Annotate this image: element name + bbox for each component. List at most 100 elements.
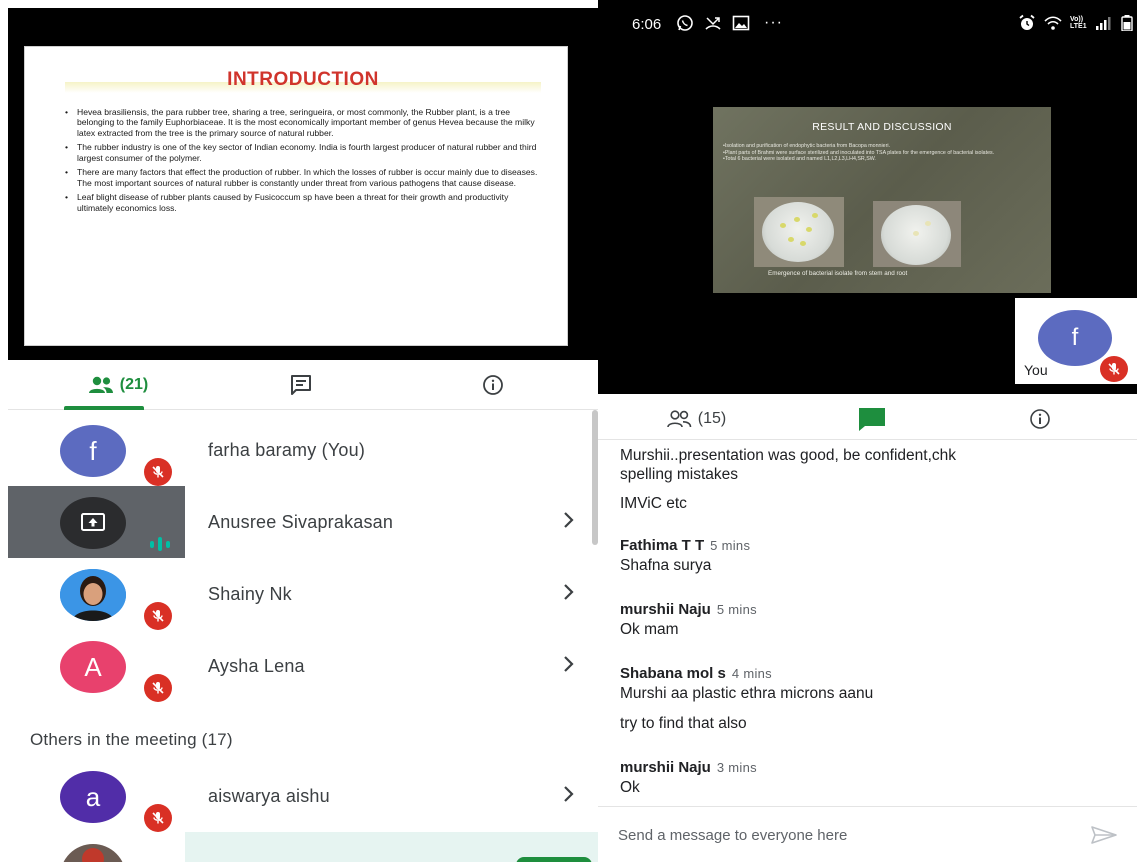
- people-icon: [88, 376, 113, 393]
- avatar-cell: A: [8, 630, 185, 702]
- presentation-slide: RESULT AND DISCUSSION •Isolation and pur…: [713, 107, 1051, 293]
- info-icon: [1030, 409, 1050, 429]
- participant-row[interactable]: Shainy Nk: [8, 558, 598, 630]
- petri-dish-photo: [754, 197, 844, 267]
- slide-title: RESULT AND DISCUSSION: [812, 121, 952, 133]
- chat-icon: [291, 375, 311, 395]
- message-text: Ok mam: [620, 620, 679, 638]
- participant-name: farha baramy (You): [208, 440, 366, 460]
- message-text: Murshi aa plastic ethra microns aanu: [620, 684, 874, 702]
- mic-off-icon: [144, 674, 172, 702]
- participant-row[interactable]: f farha baramy (You): [8, 414, 598, 486]
- self-video-tile[interactable]: f You: [1015, 298, 1137, 384]
- more-dots-icon: ···: [764, 14, 783, 31]
- tab-chat[interactable]: [270, 360, 332, 410]
- chat-message: try to find that also: [620, 714, 1120, 733]
- status-icons-left: ···: [676, 14, 783, 32]
- avatar: A: [60, 641, 126, 693]
- message-text: Ok: [620, 778, 640, 796]
- chat-message: Fathima T T 5 mins Shafna surya: [620, 536, 1120, 575]
- volte-icon: Vo)) LTE1: [1070, 16, 1087, 30]
- participant-row[interactable]: a aiswarya aishu: [8, 760, 598, 832]
- chat-message-list: Murshii..presentation was good, be confi…: [598, 440, 1137, 806]
- tab-info[interactable]: [1010, 394, 1070, 444]
- slide-bullet: •Plant parts of Brahmi were surface ster…: [723, 149, 995, 156]
- participant-row[interactable]: [8, 832, 598, 862]
- chat-icon: [859, 408, 885, 431]
- participant-name: Anusree Sivaprakasan: [208, 512, 394, 532]
- send-icon: [1091, 826, 1117, 844]
- slide-bullet: Hevea brasiliensis, the para rubber tree…: [65, 107, 541, 138]
- message-text: spelling mistakes: [620, 466, 739, 484]
- message-sender: Fathima T T: [620, 537, 705, 554]
- others-section-header: Others in the meeting (17): [30, 730, 233, 749]
- avatar-cell: f: [8, 414, 185, 486]
- participant-name: aiswarya aishu: [208, 786, 330, 806]
- presentation-slide: INTRODUCTION Hevea brasiliensis, the par…: [24, 46, 568, 346]
- slide-bullet: The rubber industry is one of the key se…: [65, 142, 541, 163]
- message-text: IMViC etc: [620, 495, 687, 512]
- chevron-right-icon: [564, 512, 574, 528]
- participant-list: f farha baramy (You) Anusree Sivaprakasa…: [8, 410, 598, 862]
- avatar-cell: [8, 558, 185, 630]
- message-text: try to find that also: [620, 715, 747, 732]
- mic-off-icon: [144, 458, 172, 486]
- chat-message: IMViC etc: [620, 494, 1120, 513]
- left-screenshot-meet-people: INTRODUCTION Hevea brasiliensis, the par…: [0, 0, 598, 862]
- mic-off-icon: [144, 602, 172, 630]
- message-sender: Shabana mol s: [620, 665, 726, 682]
- tab-info[interactable]: [462, 360, 524, 410]
- slide-bullets: •Isolation and purification of endophyti…: [723, 143, 1041, 163]
- participant-row[interactable]: Anusree Sivaprakasan: [8, 486, 598, 558]
- chat-input-bar: [598, 806, 1137, 862]
- participant-name: Shainy Nk: [208, 584, 292, 604]
- chat-message-input[interactable]: [618, 822, 1068, 848]
- chat-message: murshii Naju 5 mins Ok mam: [620, 600, 1120, 639]
- tab-chat[interactable]: [842, 394, 902, 444]
- message-sender: murshii Naju: [620, 601, 711, 618]
- status-icons-right: Vo)) LTE1: [1018, 14, 1133, 32]
- avatar-cell: [8, 486, 185, 558]
- participant-row[interactable]: A Aysha Lena: [8, 630, 598, 702]
- status-time: 6:06: [632, 16, 662, 33]
- tab-people[interactable]: (15): [646, 394, 746, 444]
- avatar: [60, 844, 126, 862]
- people-count: (21): [119, 376, 149, 393]
- present-screen-icon: [60, 497, 126, 549]
- chevron-right-icon: [564, 584, 574, 600]
- message-time: 5 mins: [710, 538, 751, 553]
- mic-off-icon: [1100, 356, 1128, 382]
- slide-bullet: Leaf blight disease of rubber plants cau…: [65, 192, 541, 213]
- gallery-icon: [732, 15, 750, 31]
- meeting-tabs: (15): [598, 394, 1137, 444]
- action-button[interactable]: [516, 857, 592, 862]
- alarm-icon: [1019, 14, 1035, 30]
- people-icon: [666, 410, 692, 428]
- slide-bullet: •Total 6 bacterial were isolated and nam…: [723, 156, 876, 163]
- speaking-indicator-icon: [148, 536, 174, 552]
- message-time: 3 mins: [716, 760, 757, 775]
- chat-message: Shabana mol s 4 mins Murshi aa plastic et…: [620, 664, 1120, 703]
- wifi-icon: [1044, 16, 1062, 30]
- mic-off-icon: [144, 804, 172, 832]
- message-time: 4 mins: [731, 666, 772, 681]
- tab-people[interactable]: (21): [38, 360, 198, 410]
- participant-name: Aysha Lena: [208, 656, 305, 676]
- info-icon: [483, 375, 503, 395]
- slide-caption: Emergence of bacterial isolate from stem…: [768, 270, 908, 277]
- slide-bullet: There are many factors that effect the p…: [65, 167, 541, 188]
- slide-bullets: Hevea brasiliensis, the para rubber tree…: [65, 107, 541, 213]
- avatar: a: [60, 771, 126, 823]
- battery-icon: [1120, 15, 1133, 31]
- self-label: You: [1024, 362, 1048, 378]
- meeting-tabs: (21): [8, 360, 598, 410]
- petri-dish-photo: [873, 201, 961, 267]
- network-label-top: Vo)): [1070, 16, 1084, 23]
- network-label-bottom: LTE1: [1070, 23, 1087, 30]
- right-screenshot-meet-chat: 6:06 ··· Vo)) LTE1 RESULT AND DISCUSSION: [598, 0, 1137, 862]
- send-button[interactable]: [1088, 823, 1120, 847]
- message-text: Shafna surya: [620, 556, 712, 574]
- presentation-stage: INTRODUCTION Hevea brasiliensis, the par…: [8, 8, 598, 360]
- presentation-stage: 6:06 ··· Vo)) LTE1 RESULT AND DISCUSSION: [598, 0, 1137, 394]
- slide-bullet: •Isolation and purification of endophyti…: [723, 143, 891, 149]
